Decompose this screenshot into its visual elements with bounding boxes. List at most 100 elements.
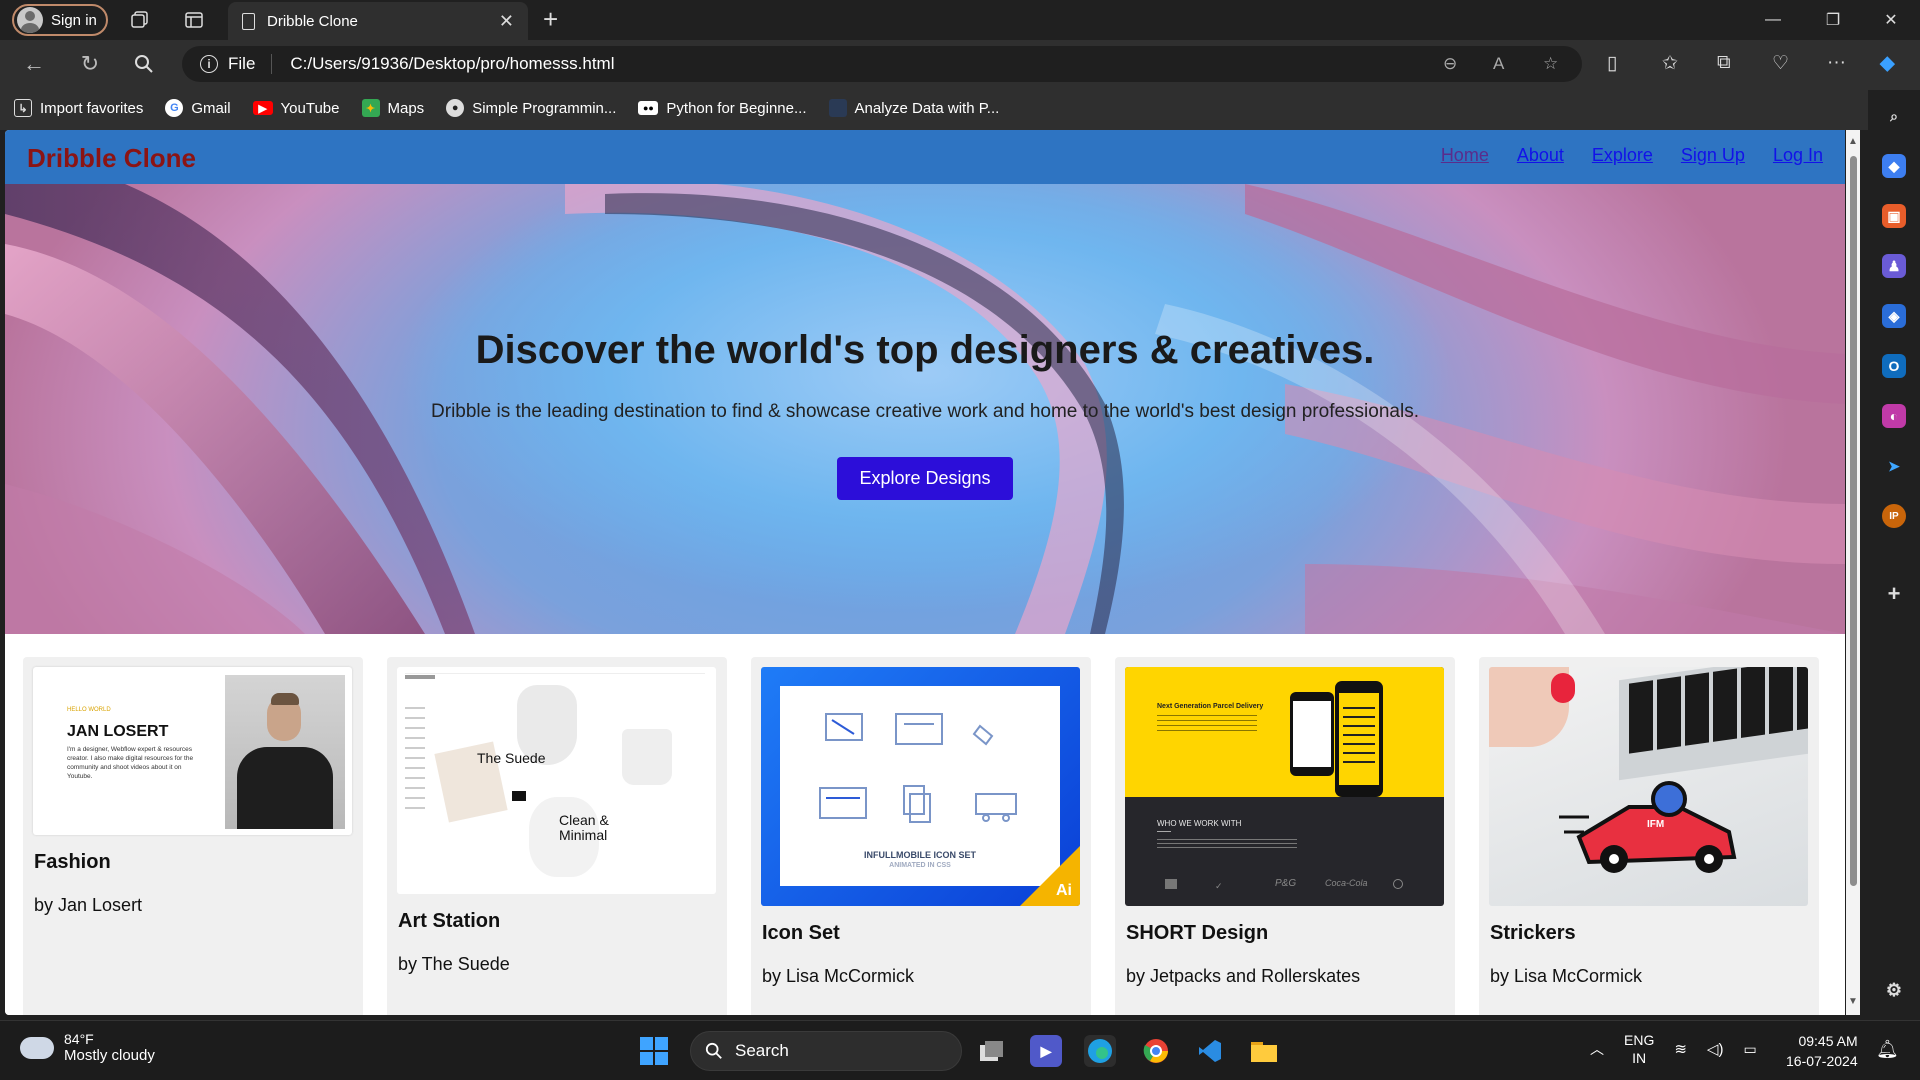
scroll-down-arrow-icon[interactable]: ▼ <box>1848 996 1858 1007</box>
hero-subtitle: Dribble is the leading destination to fi… <box>431 401 1419 422</box>
battery-icon[interactable]: ▭ <box>1743 1041 1756 1058</box>
browser-essentials-icon[interactable]: ♡ <box>1772 52 1789 75</box>
favorites-icon[interactable]: ✩ <box>1662 52 1678 75</box>
design-card[interactable]: HELLO WORLD JAN LOSERT I'm a designer, W… <box>23 657 363 1015</box>
chrome-icon[interactable] <box>1140 1035 1172 1067</box>
close-window-button[interactable]: ✕ <box>1876 6 1906 34</box>
title-bar: Sign in Dribble Clone ✕ + — ❐ ✕ <box>0 0 1920 40</box>
bookmark-label: Analyze Data with P... <box>854 99 1000 117</box>
search-button[interactable] <box>130 50 158 78</box>
microsoft-365-icon[interactable]: ◈ <box>1882 304 1906 328</box>
card-title: Icon Set <box>762 922 840 944</box>
back-button[interactable]: ← <box>20 50 48 78</box>
taskbar-clock[interactable]: 09:45 AM 16-07-2024 <box>1786 1031 1858 1071</box>
ai-badge-label: Ai <box>1056 882 1072 899</box>
profile-button[interactable]: Sign in <box>12 4 108 36</box>
zoom-out-icon[interactable]: ⊖ <box>1443 54 1457 74</box>
design-card[interactable]: INFULLMOBILE ICON SET ANIMATED IN CSS Ai… <box>751 657 1091 1015</box>
favorite-star-icon[interactable]: ☆ <box>1543 54 1558 74</box>
close-tab-icon[interactable]: ✕ <box>499 11 514 32</box>
edge-browser-icon[interactable] <box>1084 1035 1116 1067</box>
vscode-icon[interactable] <box>1194 1035 1226 1067</box>
split-screen-icon[interactable]: ▯ <box>1607 52 1617 75</box>
card-author: by Jetpacks and Rollerskates <box>1126 966 1361 986</box>
bookmark-simple-programming[interactable]: ● Simple Programmin... <box>446 99 616 117</box>
tab-actions-icon[interactable] <box>182 8 206 32</box>
url-text[interactable]: C:/Users/91936/Desktop/pro/homesss.html <box>290 54 614 74</box>
volume-icon[interactable]: ◁) <box>1707 1040 1724 1058</box>
shopping-tag-icon[interactable]: ◆ <box>1882 154 1906 178</box>
nav-signup-link[interactable]: Sign Up <box>1681 145 1745 166</box>
workspaces-icon[interactable] <box>128 8 152 32</box>
github-icon: ● <box>446 99 465 117</box>
restore-button[interactable]: ❐ <box>1818 6 1848 34</box>
taskbar-search[interactable]: Search <box>690 1031 962 1071</box>
nav-login-link[interactable]: Log In <box>1773 145 1823 166</box>
tab-dribble-clone[interactable]: Dribble Clone ✕ <box>228 2 528 40</box>
bookmark-python-for-beginners[interactable]: ●● Python for Beginne... <box>638 99 807 117</box>
icon-set-panel: INFULLMOBILE ICON SET ANIMATED IN CSS <box>780 686 1060 886</box>
scrollbar-thumb[interactable] <box>1850 156 1857 886</box>
scroll-up-arrow-icon[interactable]: ▲ <box>1848 136 1858 147</box>
design-card[interactable]: IFM Strickers by Lisa McCormick <box>1479 657 1819 1015</box>
card-thumbnail[interactable]: HELLO WORLD JAN LOSERT I'm a designer, W… <box>33 667 352 835</box>
video-icon: ●● <box>638 101 659 115</box>
tools-icon[interactable]: ▣ <box>1882 204 1906 228</box>
design-cards-grid: HELLO WORLD JAN LOSERT I'm a designer, W… <box>5 634 1845 1015</box>
nav-home-link[interactable]: Home <box>1441 145 1489 166</box>
design-card[interactable]: Next Generation Parcel Delivery WHO WE W… <box>1115 657 1455 1015</box>
card-thumbnail[interactable]: Next Generation Parcel Delivery WHO WE W… <box>1125 667 1444 906</box>
address-bar[interactable]: i File C:/Users/91936/Desktop/pro/homess… <box>182 46 1582 82</box>
weather-widget[interactable]: 84°F Mostly cloudy <box>16 1030 155 1064</box>
windows-start-icon[interactable] <box>640 1037 668 1065</box>
minimize-button[interactable]: — <box>1758 6 1788 34</box>
bookmark-maps[interactable]: ✦ Maps <box>361 99 424 117</box>
card-thumbnail[interactable]: IFM <box>1489 667 1808 906</box>
thumbnail-heading: The Suede <box>477 750 546 766</box>
card-thumbnail[interactable]: The Suede Clean & Minimal <box>397 667 716 894</box>
wifi-icon[interactable]: ≋ <box>1674 1040 1687 1058</box>
ip-extension-icon[interactable]: IP <box>1882 504 1906 528</box>
sidebar-settings-icon[interactable]: ⚙ <box>1882 978 1906 1002</box>
copilot-icon[interactable]: ◆ <box>1880 52 1895 75</box>
designer-icon[interactable]: ◐ <box>1882 404 1906 428</box>
new-tab-button[interactable]: + <box>543 4 558 34</box>
bookmark-label: YouTube <box>280 99 340 117</box>
weather-temperature: 84°F <box>64 1031 94 1047</box>
show-hidden-icons-chevron-icon[interactable]: ︿ <box>1590 1039 1604 1059</box>
sidebar-search-icon[interactable]: ⌕ <box>1882 104 1906 128</box>
task-view-icon[interactable] <box>976 1035 1008 1067</box>
language-indicator[interactable]: ENG IN <box>1624 1031 1654 1067</box>
windows-taskbar: 84°F Mostly cloudy Search ▶ ︿ ENG IN ≋ ◁… <box>0 1020 1920 1080</box>
bookmark-import-favorites[interactable]: ↳ Import favorites <box>14 99 143 117</box>
add-sidebar-app-icon[interactable]: + <box>1882 581 1906 606</box>
nav-about-link[interactable]: About <box>1517 145 1564 166</box>
bookmark-gmail[interactable]: G Gmail <box>165 99 231 117</box>
thumbnail-text: I'm a designer, Webflow expert & resourc… <box>67 746 194 780</box>
bookmark-youtube[interactable]: ▶ YouTube <box>252 99 340 117</box>
site-logo[interactable]: Dribble Clone <box>27 143 196 174</box>
nav-explore-link[interactable]: Explore <box>1592 145 1653 166</box>
tab-title: Dribble Clone <box>267 12 358 30</box>
card-thumbnail[interactable]: INFULLMOBILE ICON SET ANIMATED IN CSS Ai <box>761 667 1080 906</box>
games-icon[interactable]: ♟ <box>1882 254 1906 278</box>
read-aloud-icon[interactable]: A <box>1493 54 1504 74</box>
notifications-bell-icon[interactable]: 🔔︎ <box>1876 1039 1899 1060</box>
teams-icon[interactable]: ▶ <box>1030 1035 1062 1067</box>
card-author: by Lisa McCormick <box>1490 966 1643 986</box>
drop-icon[interactable]: ➤ <box>1882 454 1906 478</box>
thumbnail-heading: INFULLMOBILE ICON SET <box>864 850 976 860</box>
info-icon[interactable]: i <box>200 55 218 73</box>
design-card[interactable]: The Suede Clean & Minimal Art Station by… <box>387 657 727 1015</box>
collections-icon[interactable]: ⧉ <box>1717 52 1731 74</box>
bookmark-label: Python for Beginne... <box>666 99 807 117</box>
system-tray: ︿ ENG IN ≋ ◁) ▭ <box>1590 1031 1757 1067</box>
explore-designs-button[interactable]: Explore Designs <box>837 457 1013 500</box>
file-explorer-icon[interactable] <box>1248 1035 1280 1067</box>
more-menu-icon[interactable]: ··· <box>1827 52 1846 74</box>
hero-title: Discover the world's top designers & cre… <box>475 328 1375 372</box>
page-scrollbar[interactable]: ▲ ▼ <box>1846 130 1860 1015</box>
outlook-icon[interactable]: O <box>1882 354 1906 378</box>
bookmark-analyze-data[interactable]: Analyze Data with P... <box>828 99 1000 117</box>
refresh-button[interactable]: ↻ <box>76 50 104 78</box>
